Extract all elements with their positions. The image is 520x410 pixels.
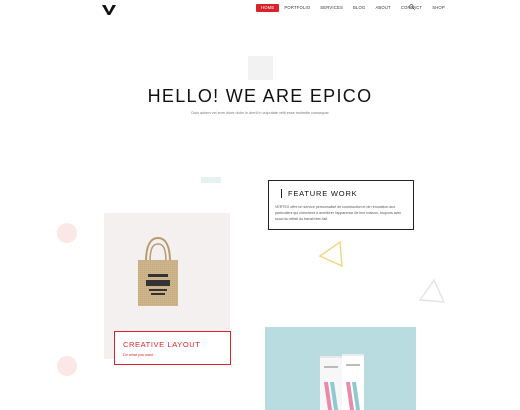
menu-item-services[interactable]: Services: [315, 4, 348, 12]
menu-item-about[interactable]: About: [370, 4, 395, 12]
pink-decor-circle: [57, 223, 77, 243]
tote-bag-image: [138, 236, 178, 306]
menu-item-blog[interactable]: Blog: [348, 4, 370, 12]
packaging-image: [320, 354, 364, 410]
hero-decor-square: [248, 56, 273, 80]
creative-subtitle: Do what you want: [123, 353, 154, 357]
yellow-triangle-icon: [318, 240, 343, 268]
creative-layout-box[interactable]: CREATIVE LAYOUT Do what you want: [114, 331, 231, 365]
feature-work-box: FEATURE WORK VERTEX offre un service per…: [268, 180, 414, 230]
pink-decor-circle: [57, 356, 77, 376]
main-menu: Home Portfolio Services Blog About Conta…: [256, 4, 450, 12]
v-logo-icon[interactable]: [102, 5, 116, 15]
creative-title: CREATIVE LAYOUT: [123, 340, 201, 349]
menu-item-home[interactable]: Home: [256, 4, 280, 12]
top-nav: Home Portfolio Services Blog About Conta…: [0, 0, 520, 16]
menu-item-portfolio[interactable]: Portfolio: [279, 4, 315, 12]
search-icon[interactable]: [409, 4, 415, 10]
hero-subtitle: Duis autem vel eum iriure dolor in dreri…: [191, 111, 329, 115]
hero-title: HELLO! WE ARE EPICO: [147, 86, 373, 106]
feature-title: FEATURE WORK: [281, 189, 357, 198]
gray-triangle-icon: [418, 278, 446, 303]
teal-decor-bar: [201, 177, 221, 183]
menu-item-shop[interactable]: Shop: [427, 4, 450, 12]
feature-text: VERTEX offre un service personnalisé de …: [275, 205, 402, 221]
